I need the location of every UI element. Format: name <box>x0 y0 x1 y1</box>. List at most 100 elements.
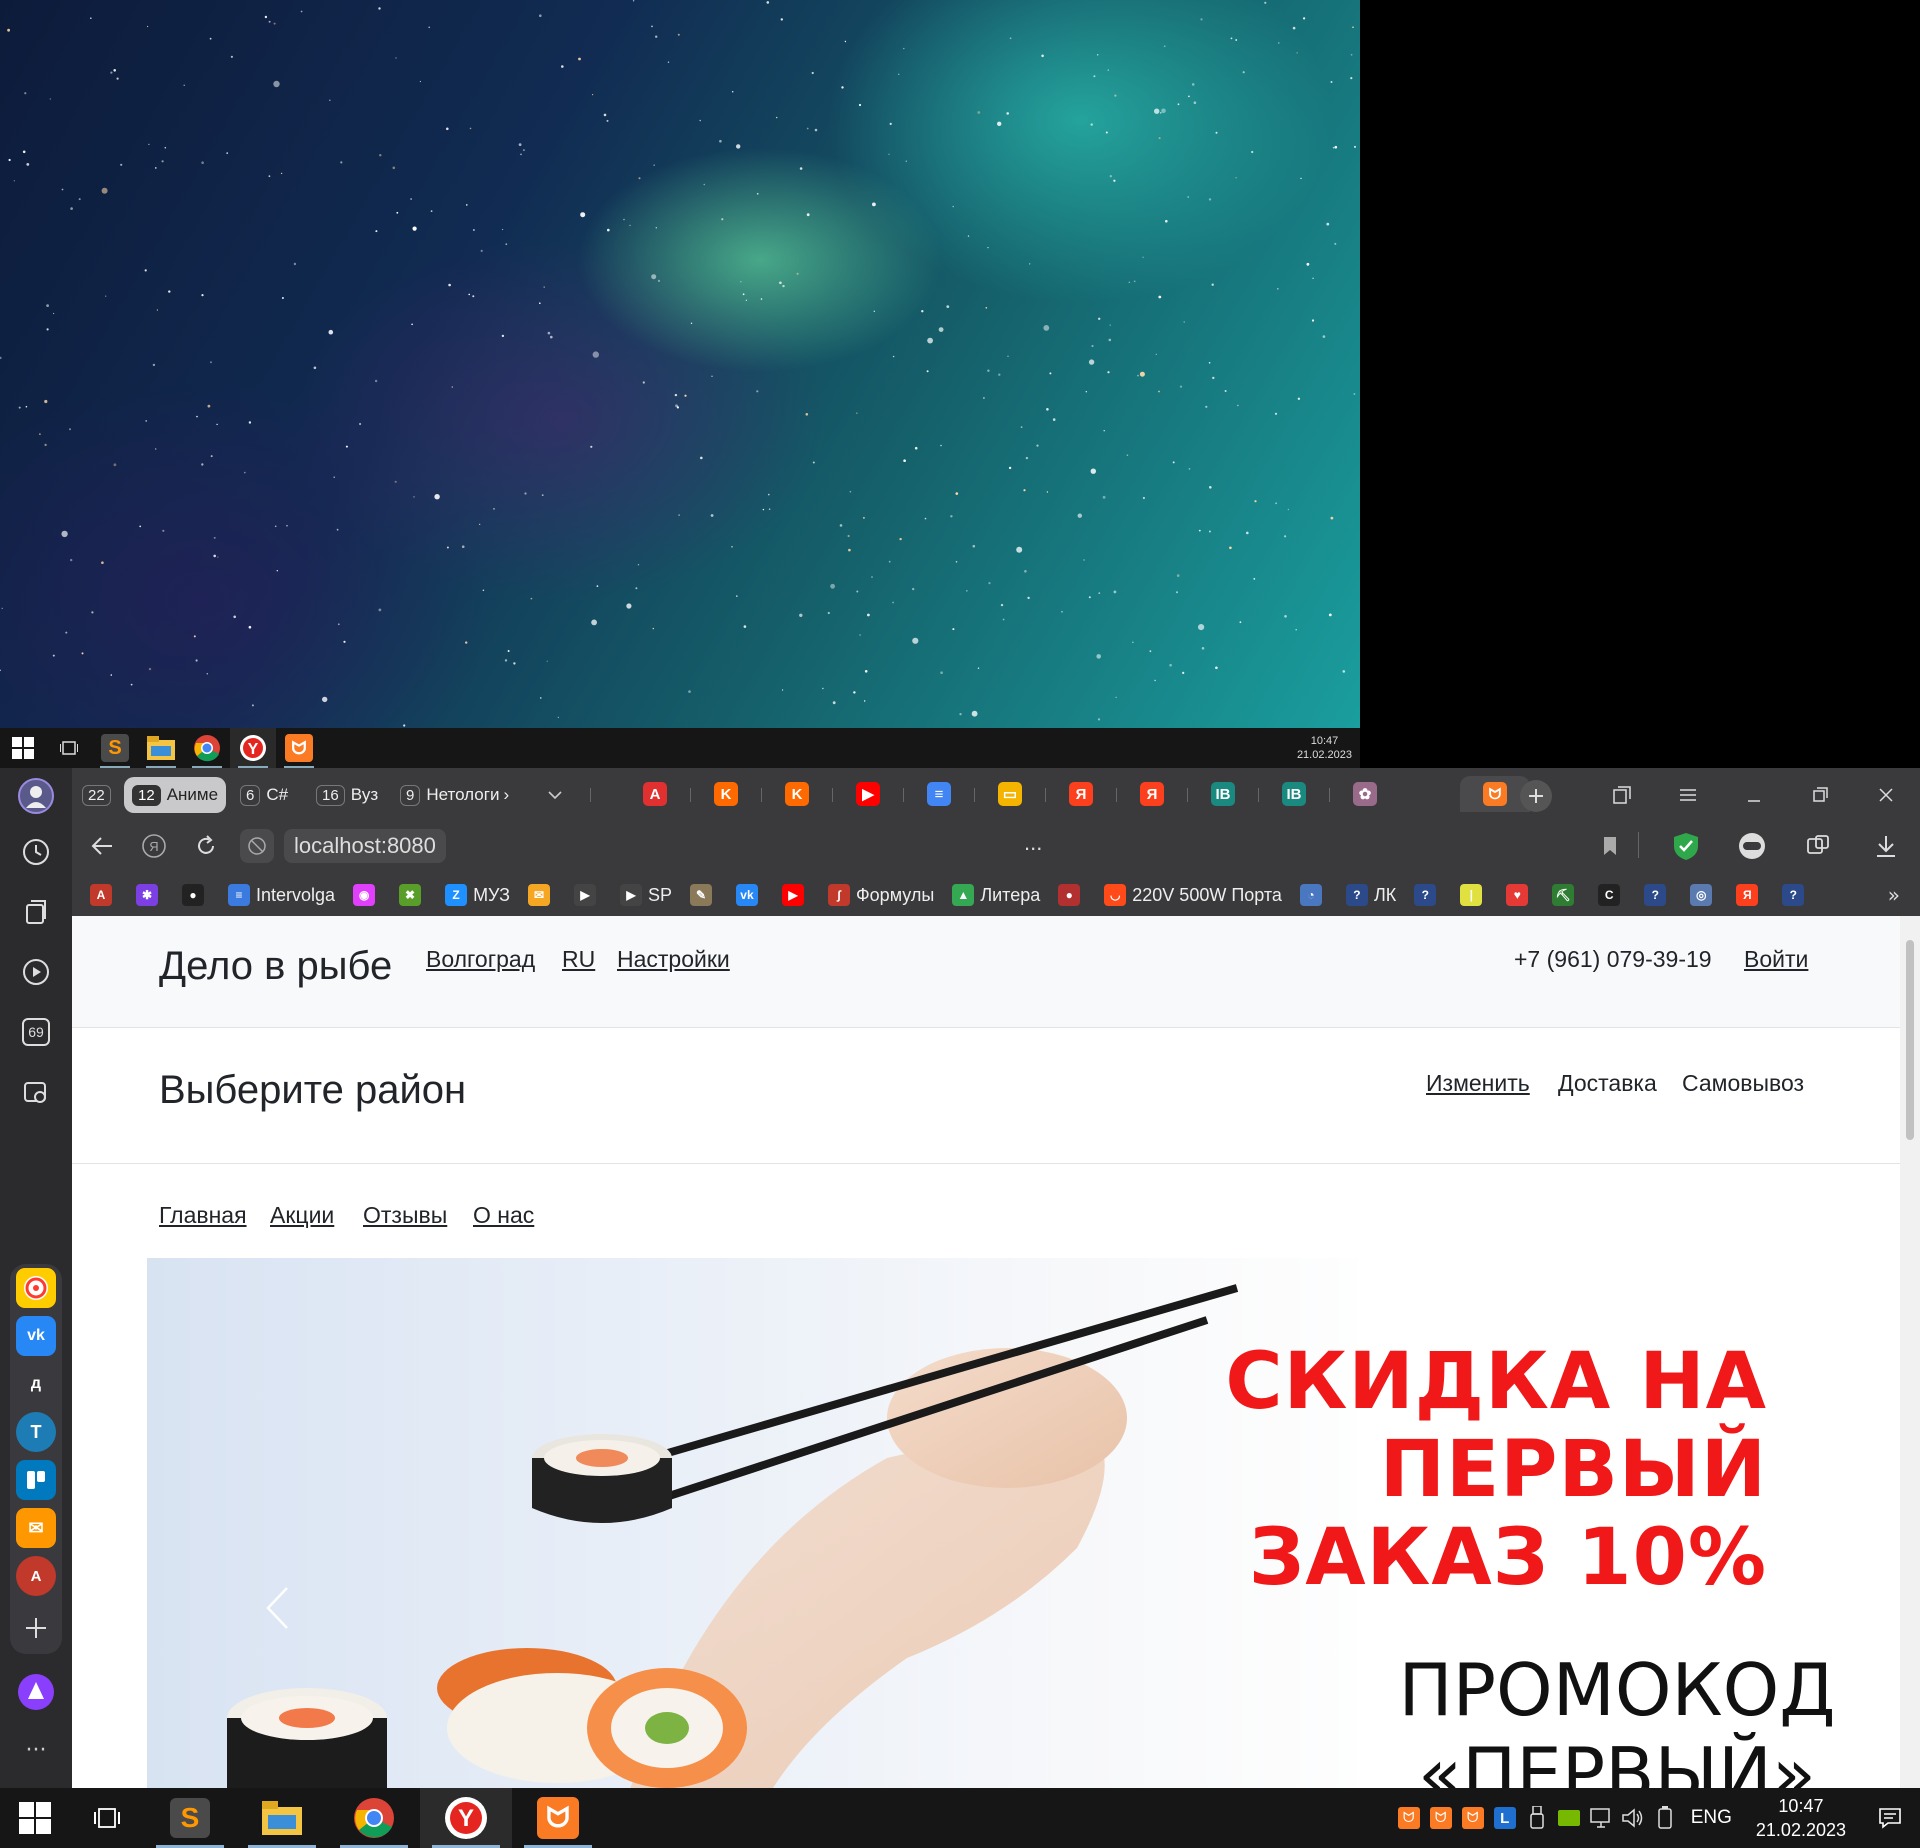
apps-bm[interactable]: ◉ <box>353 884 381 906</box>
carousel-prev-button[interactable] <box>257 1578 297 1638</box>
pinned-tab[interactable]: K <box>691 776 761 812</box>
globe-bm[interactable]: ◎ <box>1690 884 1718 906</box>
cc-bm[interactable]: C <box>1598 884 1626 906</box>
pinned-tab[interactable]: ▶ <box>833 776 903 812</box>
vk-icon[interactable]: vk <box>16 1316 56 1356</box>
game-bm[interactable]: ✖ <box>399 884 427 906</box>
tab-manager-icon[interactable] <box>1602 780 1642 810</box>
q-bm[interactable]: ? <box>1414 884 1442 906</box>
bar-bm[interactable]: | <box>1460 884 1488 906</box>
notifications-icon[interactable] <box>1860 1788 1920 1848</box>
site-brand[interactable]: Дело в рыбе <box>159 944 392 989</box>
xampp-tray-icon-2[interactable]: ᗢ <box>1425 1788 1457 1848</box>
explorer-icon[interactable] <box>138 728 184 768</box>
vpn-extension-icon[interactable] <box>1734 828 1770 864</box>
settings-link[interactable]: Настройки <box>617 946 730 973</box>
pick-bm[interactable]: ⛏ <box>1552 884 1580 906</box>
xampp-tray-icon[interactable]: ᗢ <box>1393 1788 1425 1848</box>
site-info-icon[interactable] <box>240 829 274 863</box>
delivery-option[interactable]: Доставка <box>1558 1070 1657 1097</box>
translate-bm[interactable]: A <box>90 884 118 906</box>
tab-group-vuz[interactable]: 16 Вуз <box>308 777 386 813</box>
tab-group-anime[interactable]: 12 Аниме <box>124 777 227 813</box>
aliexpress-bm[interactable]: ◡ 220V 500W Порта <box>1104 884 1282 906</box>
gallery-bm[interactable]: ✱ <box>136 884 164 906</box>
bookmarks-more-icon[interactable]: » <box>1888 883 1900 907</box>
formulas-bm[interactable]: ∫ Формулы <box>827 884 934 906</box>
q2-bm[interactable]: ? <box>1644 884 1672 906</box>
lk-bm[interactable]: ? ЛК <box>1345 884 1396 906</box>
close-icon[interactable] <box>1866 780 1906 810</box>
tab-group-1[interactable]: 22 <box>74 777 125 813</box>
protect-shield-icon[interactable] <box>1668 828 1704 864</box>
more-icon[interactable]: ··· <box>12 1726 60 1774</box>
trello-icon[interactable] <box>16 1460 56 1500</box>
vk-bm[interactable]: vk <box>735 884 764 906</box>
tool-bm[interactable]: ✎ <box>689 884 718 906</box>
mail-icon[interactable]: ✉ <box>16 1508 56 1548</box>
clock-bm[interactable]: ◔ <box>1299 884 1328 906</box>
pinned-tab[interactable]: Я <box>1046 776 1116 812</box>
login-link[interactable]: Войти <box>1744 946 1808 973</box>
explorer-taskbar-button[interactable] <box>236 1788 328 1848</box>
mail-bm[interactable]: ✉ <box>527 884 556 906</box>
menu-icon[interactable] <box>1668 780 1708 810</box>
xampp-tray-icon-3[interactable]: ᗢ <box>1457 1788 1489 1848</box>
usb-tray-icon[interactable] <box>1521 1788 1553 1848</box>
start-icon[interactable] <box>0 728 46 768</box>
xampp-taskbar-button[interactable]: ᗢ <box>512 1788 604 1848</box>
url-field[interactable]: localhost:8080 ... <box>240 826 1372 866</box>
xampp-icon[interactable]: ᗢ <box>276 728 322 768</box>
task-view-icon[interactable] <box>46 728 92 768</box>
pinned-tab[interactable]: ▭ <box>975 776 1045 812</box>
counter-badge[interactable]: 69 <box>12 1008 60 1056</box>
screenshot-icon[interactable] <box>12 1068 60 1116</box>
fruit-bm[interactable]: ● <box>1058 884 1086 906</box>
yandex-home-icon[interactable]: Я <box>138 830 170 862</box>
page-scrollbar[interactable] <box>1900 916 1920 1788</box>
new-tab-button[interactable] <box>1520 780 1552 812</box>
collections-icon[interactable] <box>12 888 60 936</box>
yandex-bm[interactable]: Я <box>1736 884 1764 906</box>
youtube-bm[interactable]: ▶ <box>781 884 810 906</box>
intervolga-bm[interactable]: ≡ Intervolga <box>228 884 335 906</box>
pickup-option[interactable]: Самовывоз <box>1682 1070 1804 1097</box>
reload-icon[interactable] <box>190 830 222 862</box>
language-link[interactable]: RU <box>562 946 595 973</box>
taskbar-clock[interactable]: 10:47 21.02.2023 <box>1756 1794 1846 1842</box>
sp-bm[interactable]: ▶ SP <box>619 884 672 906</box>
chrome-taskbar-button[interactable] <box>328 1788 420 1848</box>
back-icon[interactable] <box>86 830 118 862</box>
q3-bm[interactable]: ? <box>1782 884 1810 906</box>
sublime-taskbar-button[interactable]: S <box>144 1788 236 1848</box>
city-link[interactable]: Волгоград <box>426 946 535 973</box>
extensions-icon[interactable] <box>1800 828 1836 864</box>
nav-promotions[interactable]: Акции <box>270 1202 334 1229</box>
tab-groups-dropdown[interactable] <box>540 777 570 813</box>
pinned-tab[interactable]: IB <box>1259 776 1329 812</box>
profile-avatar[interactable] <box>12 772 60 820</box>
yandex-browser-icon[interactable]: Y <box>230 728 276 768</box>
sublime-icon[interactable]: S <box>92 728 138 768</box>
tab-group-csharp[interactable]: 6 C# <box>232 777 296 813</box>
nav-home[interactable]: Главная <box>159 1202 247 1229</box>
download-icon[interactable] <box>1868 828 1904 864</box>
change-district-link[interactable]: Изменить <box>1426 1070 1530 1097</box>
nvidia-tray-icon[interactable] <box>1553 1788 1585 1848</box>
l-app-tray-icon[interactable]: L <box>1489 1788 1521 1848</box>
network-tray-icon[interactable] <box>1585 1788 1617 1848</box>
mini-clock[interactable]: 10:47 21.02.2023 <box>1297 734 1352 762</box>
video-icon[interactable] <box>12 948 60 996</box>
github-bm[interactable]: ● <box>182 884 210 906</box>
yandex-taskbar-button[interactable]: Y <box>420 1788 512 1848</box>
muz-bm[interactable]: Z МУЗ <box>445 884 510 906</box>
restore-icon[interactable] <box>1800 780 1840 810</box>
pinned-tab[interactable]: IB <box>1188 776 1258 812</box>
litera-bm[interactable]: ▲ Литера <box>952 884 1040 906</box>
scroll-thumb[interactable] <box>1906 940 1914 1140</box>
task-view-button[interactable] <box>70 1788 144 1848</box>
pinned-tab[interactable]: K <box>762 776 832 812</box>
volume-tray-icon[interactable] <box>1617 1788 1649 1848</box>
input-language[interactable]: ENG <box>1691 1807 1732 1829</box>
bookmark-icon[interactable] <box>1594 830 1626 862</box>
